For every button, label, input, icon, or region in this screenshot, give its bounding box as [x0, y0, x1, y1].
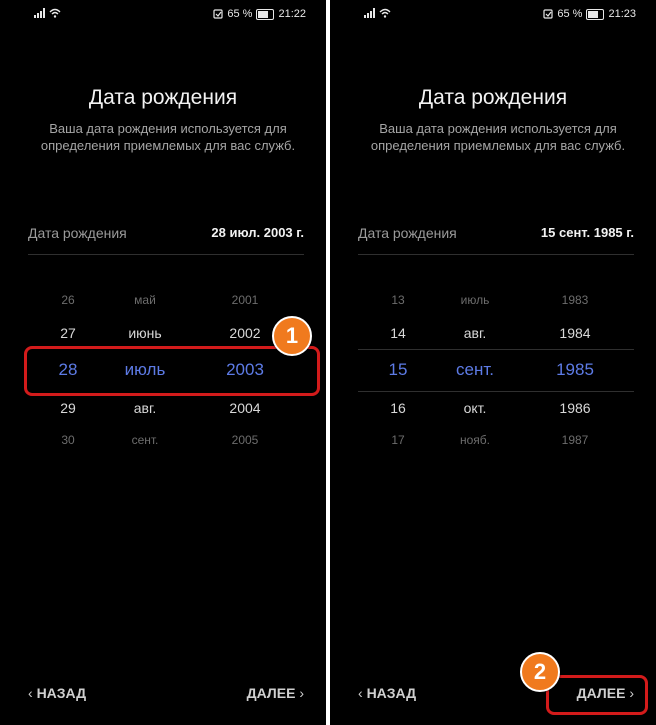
chevron-left-icon: ‹ — [358, 685, 363, 701]
dob-summary-row: Дата рождения 15 сент. 1985 г. — [358, 225, 634, 245]
month-option[interactable]: окт. — [430, 400, 520, 416]
wifi-icon — [379, 8, 391, 18]
picker-row[interactable]: 13 июль 1983 — [358, 293, 634, 323]
month-option[interactable]: авг. — [100, 400, 190, 416]
picker-row[interactable]: 16 окт. 1986 — [358, 400, 634, 430]
picker-row-selected[interactable]: 15 сент. 1985 — [358, 360, 634, 390]
year-option[interactable]: 1983 — [530, 293, 620, 307]
battery-icon — [256, 8, 275, 20]
date-picker[interactable]: 13 июль 1983 14 авг. 1984 15 сент. 1985 … — [358, 283, 634, 463]
page-description: Ваша дата рождения используется для опре… — [40, 121, 296, 153]
notification-icon — [543, 9, 553, 19]
month-option[interactable]: авг. — [430, 325, 520, 341]
dob-label: Дата рождения — [28, 225, 127, 241]
year-option[interactable]: 1986 — [530, 400, 620, 416]
picker-row[interactable]: 17 нояб. 1987 — [358, 433, 634, 463]
month-option[interactable]: нояб. — [430, 433, 520, 447]
dob-value: 15 сент. 1985 г. — [540, 225, 634, 240]
year-option[interactable]: 2005 — [200, 433, 290, 447]
month-option[interactable]: июль — [430, 293, 520, 307]
picker-row[interactable]: 26 май 2001 — [28, 293, 304, 323]
year-option[interactable]: 1987 — [530, 433, 620, 447]
month-option[interactable]: июнь — [100, 325, 190, 341]
back-label: НАЗАД — [36, 685, 87, 701]
page-title: Дата рождения — [88, 86, 238, 109]
dob-value: 28 июл. 2003 г. — [211, 225, 304, 240]
highlight-box-picker — [24, 346, 320, 396]
year-selected[interactable]: 1985 — [530, 360, 620, 380]
selection-line-bottom — [358, 391, 634, 392]
tutorial-composite: 65 % 21:22 Дата рождения Ваша дата рожде… — [0, 0, 656, 725]
next-button[interactable]: ДАЛЕЕ › — [247, 685, 304, 701]
picker-row[interactable]: 30 сент. 2005 — [28, 433, 304, 463]
wifi-icon — [49, 8, 61, 18]
chevron-left-icon: ‹ — [28, 685, 33, 701]
year-option[interactable]: 1984 — [530, 325, 620, 341]
battery-percent: 65 % — [227, 8, 253, 20]
back-label: НАЗАД — [366, 685, 417, 701]
divider — [28, 254, 304, 255]
notification-icon — [213, 9, 223, 19]
month-option[interactable]: сент. — [100, 433, 190, 447]
phone-screen-2: 65 % 21:23 Дата рождения Ваша дата рожде… — [330, 0, 656, 725]
clock: 21:22 — [278, 8, 306, 20]
back-button[interactable]: ‹ НАЗАД — [358, 685, 416, 701]
signal-icon — [364, 8, 375, 18]
battery-icon — [586, 8, 605, 20]
month-selected[interactable]: сент. — [430, 360, 520, 380]
battery-percent: 65 % — [557, 8, 583, 20]
status-bar: 65 % 21:23 — [330, 8, 656, 24]
next-label: ДАЛЕЕ — [246, 685, 296, 701]
step-badge-2: 2 — [520, 652, 560, 692]
divider — [358, 254, 634, 255]
selection-line-top — [358, 349, 634, 350]
chevron-right-icon: › — [299, 685, 304, 701]
clock: 21:23 — [608, 8, 636, 20]
year-option[interactable]: 2004 — [200, 400, 290, 416]
dob-summary-row: Дата рождения 28 июл. 2003 г. — [28, 225, 304, 245]
status-bar: 65 % 21:22 — [0, 8, 326, 24]
signal-icon — [34, 8, 45, 18]
picker-row[interactable]: 14 авг. 1984 — [358, 325, 634, 355]
picker-row[interactable]: 29 авг. 2004 — [28, 400, 304, 430]
month-option[interactable]: май — [100, 293, 190, 307]
page-title: Дата рождения — [418, 86, 568, 109]
back-button[interactable]: ‹ НАЗАД — [28, 685, 86, 701]
year-option[interactable]: 2001 — [200, 293, 290, 307]
dob-label: Дата рождения — [358, 225, 457, 241]
step-badge-1: 1 — [272, 316, 312, 356]
highlight-box-next — [546, 675, 648, 715]
page-description: Ваша дата рождения используется для опре… — [370, 121, 626, 153]
